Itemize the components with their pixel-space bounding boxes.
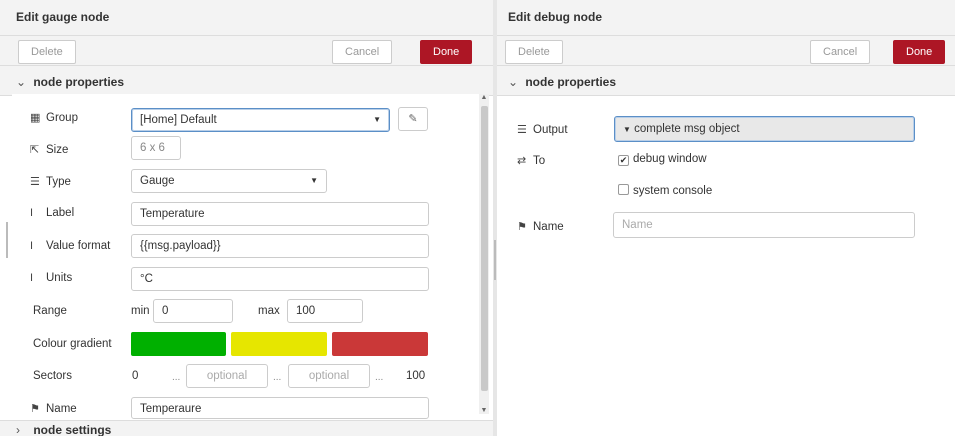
debug-done-button[interactable]: Done	[893, 40, 946, 64]
sectors-start: 0	[132, 370, 139, 382]
scroll-thumb[interactable]	[481, 106, 488, 391]
sector-optional-2[interactable]: optional	[288, 364, 370, 388]
value-format-label: I Value format	[30, 240, 111, 252]
debug-properties-label: node properties	[525, 75, 617, 89]
pencil-icon: ✎	[408, 113, 418, 125]
gauge-name-input[interactable]: Temperaure	[131, 397, 429, 419]
sectors-label: Sectors	[33, 370, 72, 382]
debug-cancel-button[interactable]: Cancel	[810, 40, 871, 64]
type-select[interactable]: Gauge ▼	[131, 169, 327, 193]
system-console-option[interactable]: system console	[618, 184, 712, 197]
chevron-down-icon: ⌄	[508, 75, 519, 89]
properties-scrollbar[interactable]: ▲ ▼	[479, 94, 489, 414]
chevron-down-icon: ⌄	[16, 75, 27, 89]
debug-edit-tray: Edit debug node Delete Cancel Done ⌄ nod…	[497, 0, 955, 436]
gauge-toolbar: Delete Cancel Done	[0, 36, 493, 66]
to-label: ⇄ To	[517, 155, 546, 167]
text-cursor-icon: I	[30, 207, 34, 219]
left-resize-grip[interactable]	[6, 222, 8, 258]
size-label: ⇱ Size	[30, 144, 69, 156]
gauge-settings-header[interactable]: › node settings	[0, 420, 493, 436]
gradient-color-2[interactable]	[231, 332, 327, 356]
debug-toolbar: Delete Cancel Done	[497, 36, 955, 66]
label-input[interactable]: Temperature	[131, 202, 429, 226]
debug-tray-title: Edit debug node	[497, 0, 955, 36]
colour-gradient-label: Colour gradient	[33, 338, 112, 350]
sectors-ellipsis-2: ...	[273, 372, 282, 383]
caret-down-icon: ▼	[373, 115, 381, 124]
gradient-color-1[interactable]	[131, 332, 226, 356]
text-cursor-icon: I	[30, 240, 34, 252]
resize-icon: ⇱	[30, 144, 40, 156]
divider-grip[interactable]	[494, 240, 496, 280]
debug-window-option[interactable]: ✔ debug window	[618, 153, 707, 166]
table-icon: ▦	[30, 112, 41, 124]
gauge-settings-label: node settings	[33, 423, 112, 436]
output-typed-input[interactable]: ▼ complete msg object	[614, 116, 915, 142]
range-min-label: min	[131, 305, 150, 317]
debug-delete-button[interactable]: Delete	[505, 40, 563, 64]
sector-optional-1[interactable]: optional	[186, 364, 268, 388]
text-cursor-icon: I	[30, 272, 34, 284]
scroll-down-icon[interactable]: ▼	[480, 407, 488, 414]
gauge-properties-label: node properties	[33, 75, 125, 89]
group-select[interactable]: [Home] Default ▼	[131, 108, 390, 132]
gauge-name-label: ⚑ Name	[30, 403, 77, 415]
range-max-label: max	[258, 305, 280, 317]
gauge-cancel-button[interactable]: Cancel	[332, 40, 393, 64]
gradient-color-3[interactable]	[332, 332, 428, 356]
units-input[interactable]: °C	[131, 267, 429, 291]
chevron-right-icon: ›	[16, 423, 20, 436]
debug-properties-header[interactable]: ⌄ node properties	[497, 66, 955, 96]
gauge-delete-button[interactable]: Delete	[18, 40, 76, 64]
sectors-ellipsis-1: ...	[172, 372, 181, 383]
debug-name-input[interactable]: Name	[613, 212, 915, 238]
gauge-done-button[interactable]: Done	[420, 40, 473, 64]
output-label: ☰ Output	[517, 124, 568, 136]
list-icon: ☰	[30, 176, 40, 188]
list-icon: ☰	[517, 124, 527, 136]
scroll-up-icon[interactable]: ▲	[480, 94, 488, 101]
type-label: ☰ Type	[30, 176, 71, 188]
shuffle-icon: ⇄	[517, 155, 527, 167]
sectors-end: 100	[406, 370, 426, 382]
caret-down-icon: ▼	[310, 176, 318, 185]
sectors-ellipsis-3: ...	[375, 372, 384, 383]
system-console-checkbox[interactable]	[618, 184, 629, 195]
range-min-input[interactable]: 0	[153, 299, 233, 323]
label-field-label: I Label	[30, 207, 75, 219]
gauge-properties-header[interactable]: ⌄ node properties	[0, 66, 493, 96]
editor-app: Edit gauge node Delete Cancel Done ⌄ nod…	[0, 0, 955, 436]
debug-window-checkbox[interactable]: ✔	[618, 155, 629, 166]
size-button[interactable]: 6 x 6	[131, 136, 181, 160]
caret-down-icon: ▼	[623, 125, 631, 134]
group-label: ▦ Group	[30, 112, 78, 124]
gauge-tray-title: Edit gauge node	[0, 0, 493, 36]
edit-group-button[interactable]: ✎	[398, 107, 428, 131]
tag-icon: ⚑	[517, 221, 527, 233]
units-label: I Units	[30, 272, 73, 284]
range-max-input[interactable]: 100	[287, 299, 363, 323]
debug-name-label: ⚑ Name	[517, 221, 564, 233]
tag-icon: ⚑	[30, 403, 40, 415]
range-label: Range	[33, 305, 67, 317]
gauge-edit-tray: Edit gauge node Delete Cancel Done ⌄ nod…	[0, 0, 493, 436]
value-format-input[interactable]: {{msg.payload}}	[131, 234, 429, 258]
